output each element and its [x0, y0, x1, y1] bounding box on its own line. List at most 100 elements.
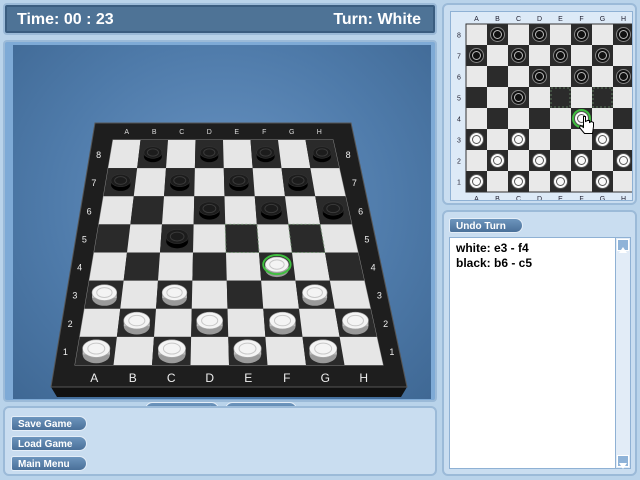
minimap-square[interactable] [592, 87, 613, 108]
board-square[interactable] [224, 196, 257, 225]
black-checker[interactable] [198, 201, 221, 220]
white-checker[interactable] [269, 311, 296, 335]
white-checker[interactable] [161, 284, 188, 306]
minimap-square[interactable] [613, 129, 634, 150]
black-checker[interactable] [288, 174, 309, 191]
minimap-black-checker[interactable] [490, 27, 505, 42]
minimap-black-checker[interactable] [574, 27, 589, 42]
white-checker[interactable] [342, 311, 369, 335]
perspective-board[interactable]: A A B B C C D D E E F F G G H H 1 1 2 2 3 3 4 4 5 5 6 6 7 7 8 8 [13, 45, 431, 399]
board-square[interactable] [190, 336, 230, 365]
minimap-square[interactable] [466, 24, 487, 45]
minimap-square[interactable] [592, 108, 613, 129]
board-square[interactable] [133, 168, 166, 197]
minimap-square[interactable] [487, 66, 508, 87]
minimap-white-checker[interactable] [469, 132, 484, 147]
main-menu-button[interactable]: Main Menu [11, 456, 87, 471]
minimap-square[interactable] [508, 66, 529, 87]
minimap-square[interactable] [571, 45, 592, 66]
board-square[interactable] [166, 140, 196, 169]
board-square[interactable] [256, 224, 292, 253]
minimap-square[interactable] [613, 108, 634, 129]
black-checker[interactable] [312, 146, 332, 163]
board-square[interactable] [123, 252, 160, 281]
minimap-square[interactable] [529, 129, 550, 150]
minimap-white-checker[interactable] [616, 153, 631, 168]
minimap-white-checker[interactable] [532, 153, 547, 168]
minimap-square[interactable] [550, 129, 571, 150]
black-checker[interactable] [165, 229, 189, 249]
board-scene[interactable]: A A B B C C D D E E F F G G H H 1 1 2 2 3 3 4 4 5 5 6 6 7 7 8 8 [13, 45, 431, 399]
board-square[interactable] [325, 252, 365, 281]
board-square[interactable] [329, 280, 371, 309]
board-square[interactable] [98, 196, 134, 225]
board-square[interactable] [193, 224, 226, 253]
minimap-square[interactable] [550, 108, 571, 129]
black-checker[interactable] [143, 146, 163, 163]
minimap-black-checker[interactable] [574, 69, 589, 84]
minimap-square[interactable] [529, 108, 550, 129]
board-square[interactable] [127, 224, 162, 253]
black-checker[interactable] [260, 201, 282, 220]
minimap-square[interactable] [571, 171, 592, 192]
minimap-square[interactable] [550, 24, 571, 45]
board-square[interactable] [108, 140, 141, 169]
minimap-black-checker[interactable] [532, 27, 547, 42]
black-checker[interactable] [256, 146, 275, 163]
minimap-square[interactable] [508, 24, 529, 45]
board-square[interactable] [191, 280, 228, 309]
minimap-white-checker[interactable] [574, 153, 589, 168]
minimap-square[interactable] [508, 108, 529, 129]
minimap-square[interactable] [508, 150, 529, 171]
minimap-black-checker[interactable] [511, 48, 526, 63]
minimap-square[interactable] [592, 150, 613, 171]
minimap-white-checker[interactable] [511, 174, 526, 189]
minimap-black-checker[interactable] [532, 69, 547, 84]
minimap-square[interactable] [529, 87, 550, 108]
minimap-square[interactable] [592, 24, 613, 45]
minimap-square[interactable] [550, 87, 571, 108]
board-square[interactable] [158, 252, 193, 281]
minimap-board[interactable]: A A B B C C D D E E F F G G H H 1 2 3 4 5 6 7 8 [451, 12, 635, 203]
minimap-square[interactable] [487, 108, 508, 129]
board-square[interactable] [265, 336, 306, 365]
load-game-button[interactable]: Load Game [11, 436, 87, 451]
board-square[interactable] [225, 224, 259, 253]
minimap-black-checker[interactable] [469, 48, 484, 63]
minimap-black-checker[interactable] [595, 48, 610, 63]
save-game-button[interactable]: Save Game [11, 416, 87, 431]
minimap-square[interactable] [487, 87, 508, 108]
minimap-square[interactable] [466, 87, 487, 108]
board-square[interactable] [227, 308, 266, 337]
board-square[interactable] [226, 252, 262, 281]
minimap-square[interactable] [466, 108, 487, 129]
minimap-white-checker[interactable] [553, 174, 568, 189]
board-square[interactable] [120, 280, 158, 309]
scroll-up-arrow-icon[interactable] [617, 239, 629, 253]
black-checker[interactable] [199, 146, 219, 163]
minimap-square[interactable] [529, 45, 550, 66]
black-checker[interactable] [110, 174, 131, 191]
board-square[interactable] [192, 252, 227, 281]
minimap-white-checker[interactable] [469, 174, 484, 189]
minimap-square[interactable] [487, 129, 508, 150]
white-checker[interactable] [309, 339, 338, 364]
main-board-view[interactable]: A A B B C C D D E E F F G G H H 1 1 2 2 3 3 4 4 5 5 6 6 7 7 8 8 [3, 40, 437, 402]
board-square[interactable] [320, 224, 358, 253]
black-checker[interactable] [169, 174, 190, 191]
white-checker[interactable] [91, 284, 118, 306]
board-square[interactable] [252, 168, 285, 197]
board-square[interactable] [339, 336, 383, 365]
minimap-black-checker[interactable] [511, 90, 526, 105]
minimap-black-checker[interactable] [616, 27, 631, 42]
white-checker[interactable] [233, 339, 262, 364]
board-square[interactable] [299, 308, 340, 337]
minimap-square[interactable] [487, 171, 508, 192]
minimap-black-checker[interactable] [553, 48, 568, 63]
board-square[interactable] [89, 252, 127, 281]
undo-turn-button[interactable]: Undo Turn [449, 218, 523, 233]
white-checker[interactable] [123, 311, 151, 335]
minimap-square[interactable] [550, 66, 571, 87]
white-checker[interactable] [82, 339, 111, 364]
minimap-square[interactable] [592, 66, 613, 87]
